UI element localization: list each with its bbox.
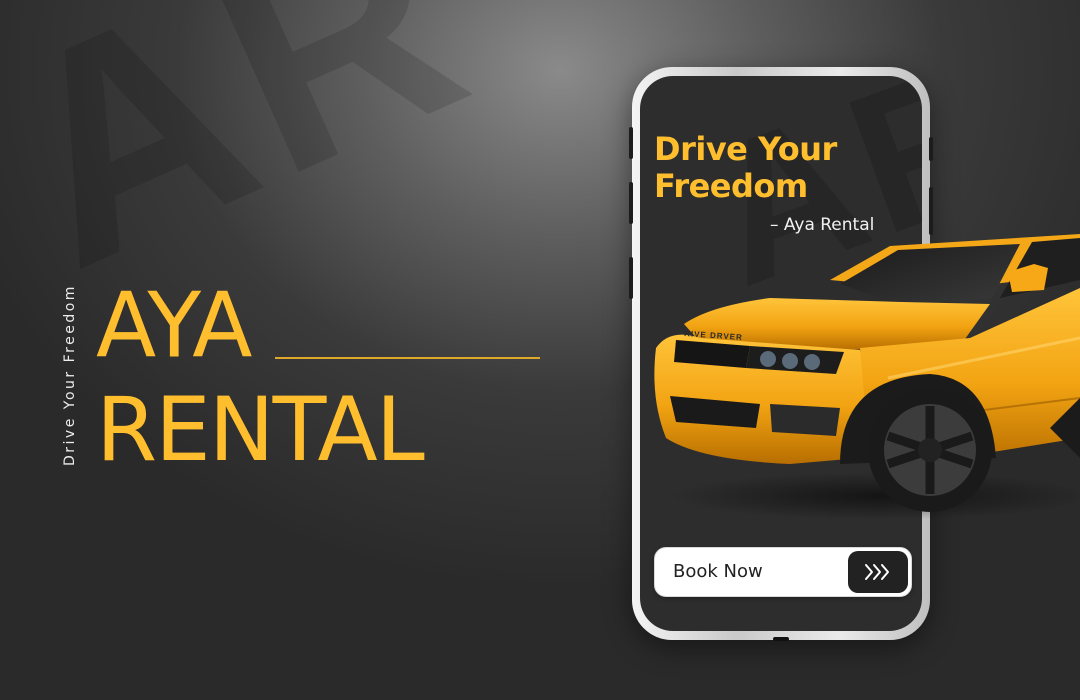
triple-chevron-right-icon [865, 564, 889, 580]
phone-side-button [629, 257, 633, 299]
book-now-arrow-button[interactable] [848, 551, 908, 593]
background-watermark: AR [0, 0, 514, 331]
book-now-button[interactable]: Book Now [654, 547, 912, 597]
brand-name-line2: RENTAL [96, 378, 425, 481]
vertical-tagline: Drive Your Freedom [62, 284, 78, 466]
car-shadow [670, 472, 1080, 520]
phone-side-button [629, 182, 633, 224]
brand-name-line1: AYA [96, 272, 252, 379]
phone-power-button [929, 137, 933, 161]
phone-bottom-notch [773, 637, 789, 641]
phone-side-button [629, 127, 633, 159]
book-now-label: Book Now [673, 561, 763, 582]
car-image: RIVE DRVER [654, 234, 1080, 520]
phone-headline: Drive Your Freedom [654, 130, 837, 205]
brand-divider-line [275, 357, 540, 359]
car-windshield [840, 244, 1020, 306]
